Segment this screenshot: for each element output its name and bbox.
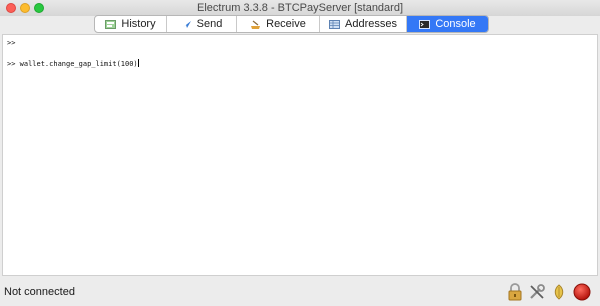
status-bar: Not connected [0,278,600,304]
history-icon [105,19,117,29]
console-input-line[interactable]: >> wallet.change_gap_limit(100) [7,59,139,69]
window-title: Electrum 3.3.8 - BTCPayServer [standard] [196,2,404,14]
tab-console[interactable]: Console [407,16,488,32]
console-output[interactable]: >> >> wallet.change_gap_limit(100) [2,34,598,276]
lock-icon[interactable] [506,283,524,301]
seed-icon[interactable] [550,283,568,301]
preferences-icon[interactable] [528,283,546,301]
connection-status: Not connected [4,286,75,298]
app-window: Electrum 3.3.8 - BTCPayServer [standard]… [0,0,600,304]
tab-receive-label: Receive [266,18,306,30]
title-bar: Electrum 3.3.8 - BTCPayServer [standard] [0,0,600,16]
tab-send[interactable]: Send [167,16,237,32]
tab-receive[interactable]: Receive [237,16,320,32]
network-status-icon[interactable] [573,283,591,301]
tab-console-label: Console [435,18,476,30]
tab-send-label: Send [196,18,223,30]
tab-addresses[interactable]: Addresses [320,16,407,32]
addresses-icon [329,19,340,29]
send-icon [181,20,192,29]
tab-bar: History Send Receive Addresses Console [94,15,489,33]
tab-history[interactable]: History [95,16,167,32]
tab-addresses-label: Addresses [345,18,397,30]
tab-history-label: History [121,18,156,30]
console-icon [419,19,431,29]
receive-icon [250,20,261,29]
console-command: >> wallet.change_gap_limit(100) [7,60,138,68]
text-cursor [137,59,139,67]
console-line: >> [7,39,16,47]
